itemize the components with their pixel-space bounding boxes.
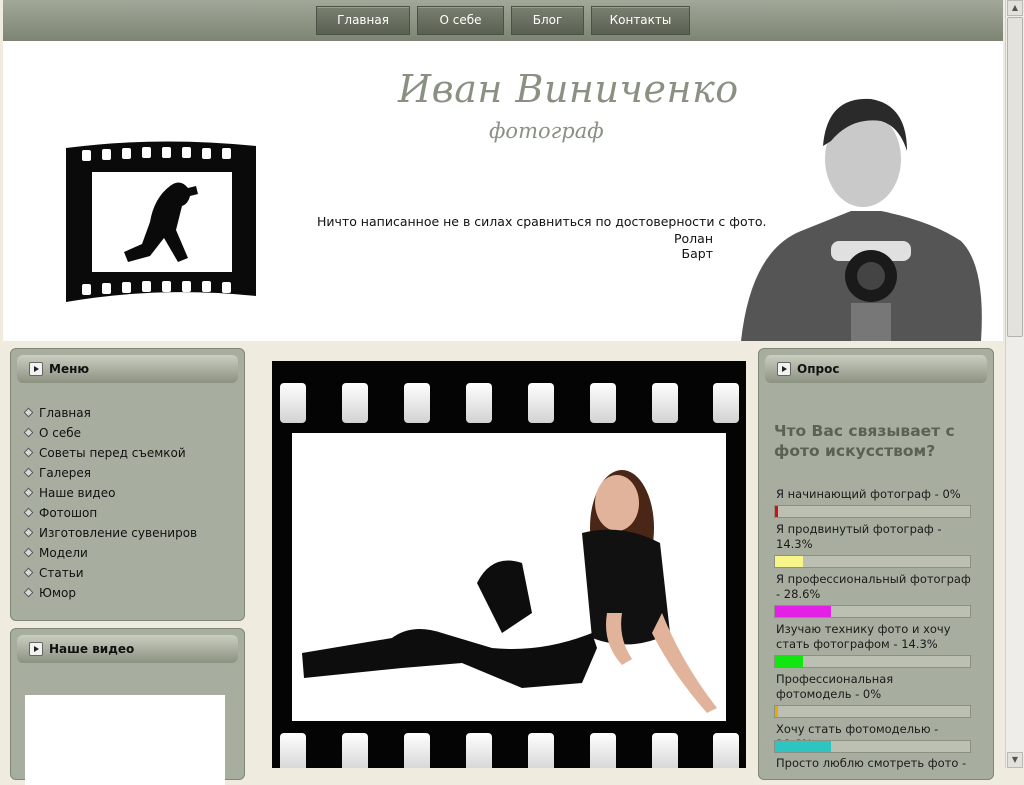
model-photo [292, 433, 726, 721]
diamond-bullet-icon [23, 427, 34, 438]
menu-item-home[interactable]: Главная [23, 406, 91, 420]
film-hole [342, 383, 368, 423]
diamond-bullet-icon [23, 547, 34, 558]
video-player[interactable] [25, 695, 225, 785]
diamond-bullet-icon [23, 567, 34, 578]
film-hole [713, 383, 739, 423]
menu-panel: Меню Главная О себе Советы перед съемкой… [10, 348, 245, 621]
poll-option-label: Я профессиональный фотограф - 28.6% [776, 572, 971, 601]
poll-option-label: Изучаю технику фото и хочу стать фотогра… [776, 622, 951, 651]
film-hole [280, 733, 306, 768]
film-hole [404, 733, 430, 768]
site-header: Иван Виниченко фотограф Ничто написанное… [3, 41, 1003, 341]
poll-result-bar [774, 655, 971, 668]
play-arrow-icon [29, 642, 43, 656]
menu-item-tips[interactable]: Советы перед съемкой [23, 446, 186, 460]
film-hole [528, 383, 554, 423]
film-photographer-logo [66, 141, 256, 302]
film-hole [280, 383, 306, 423]
film-hole [528, 733, 554, 768]
film-hole [404, 383, 430, 423]
poll-result-bar [774, 605, 971, 618]
poll-result-fill [775, 706, 778, 717]
poll-result-bar [774, 740, 971, 753]
menu-panel-header: Меню [17, 355, 238, 383]
video-panel-header: Наше видео [17, 635, 238, 663]
diamond-bullet-icon [23, 527, 34, 538]
film-hole [466, 733, 492, 768]
poll-option-label: Я начинающий фотограф - 0% [776, 487, 961, 501]
nav-contacts-button[interactable]: Контакты [591, 6, 690, 35]
poll-question: Что Вас связывает с фото искусством? [774, 422, 955, 460]
poll-option-label: Просто люблю смотреть фото - [776, 756, 967, 770]
poll-result-fill [775, 606, 831, 617]
quote-author: Ролан Барт [673, 231, 713, 261]
diamond-bullet-icon [23, 587, 34, 598]
poll-result-fill [775, 556, 803, 567]
diamond-bullet-icon [23, 447, 34, 458]
menu-item-gallery[interactable]: Галерея [23, 466, 91, 480]
film-hole [342, 733, 368, 768]
menu-title: Меню [49, 362, 90, 376]
nav-about-button[interactable]: О себе [417, 6, 504, 35]
poll-option-label: Я продвинутый фотограф - 14.3% [776, 522, 942, 551]
scroll-up-arrow-icon[interactable]: ▲ [1007, 0, 1023, 16]
play-arrow-icon [777, 362, 791, 376]
nav-blog-button[interactable]: Блог [511, 6, 584, 35]
film-hole [713, 733, 739, 768]
poll-result-bar [774, 505, 971, 518]
film-hole [590, 733, 616, 768]
poll-result-fill [775, 656, 803, 667]
nav-home-button[interactable]: Главная [316, 6, 410, 35]
video-title: Наше видео [49, 642, 135, 656]
top-navigation: Главная О себе Блог Контакты [3, 0, 1003, 42]
poll-result-fill [775, 506, 778, 517]
film-hole [590, 383, 616, 423]
poll-result-bar [774, 705, 971, 718]
diamond-bullet-icon [23, 407, 34, 418]
poll-panel-header: Опрос [765, 355, 987, 383]
featured-photo-filmstrip [272, 361, 746, 768]
poll-panel: Опрос Что Вас связывает с фото искусство… [758, 348, 994, 780]
poll-result-bar [774, 555, 971, 568]
diamond-bullet-icon [23, 467, 34, 478]
menu-item-articles[interactable]: Статьи [23, 566, 84, 580]
poll-title: Опрос [797, 362, 840, 376]
diamond-bullet-icon [23, 507, 34, 518]
poll-option-label: Профессиональная фотомодель - 0% [776, 672, 894, 701]
menu-item-video[interactable]: Наше видео [23, 486, 115, 500]
poll-result-fill [775, 741, 831, 752]
menu-item-souvenirs[interactable]: Изготовление сувениров [23, 526, 197, 540]
site-title: Иван Виниченко [398, 67, 739, 111]
site-subtitle: фотограф [489, 119, 604, 143]
header-quote: Ничто написанное не в силах сравниться п… [317, 214, 767, 229]
menu-item-models[interactable]: Модели [23, 546, 88, 560]
film-hole [652, 733, 678, 768]
diamond-bullet-icon [23, 487, 34, 498]
photographer-portrait [741, 98, 982, 341]
film-hole [466, 383, 492, 423]
page-scrollbar[interactable]: ▲ ▼ [1005, 0, 1024, 768]
film-hole [652, 383, 678, 423]
play-arrow-icon [29, 362, 43, 376]
menu-item-photoshop[interactable]: Фотошоп [23, 506, 97, 520]
menu-item-about[interactable]: О себе [23, 426, 81, 440]
video-panel: Наше видео [10, 628, 245, 785]
menu-item-humor[interactable]: Юмор [23, 586, 76, 600]
scroll-thumb[interactable] [1007, 17, 1023, 337]
scroll-down-arrow-icon[interactable]: ▼ [1007, 752, 1023, 768]
